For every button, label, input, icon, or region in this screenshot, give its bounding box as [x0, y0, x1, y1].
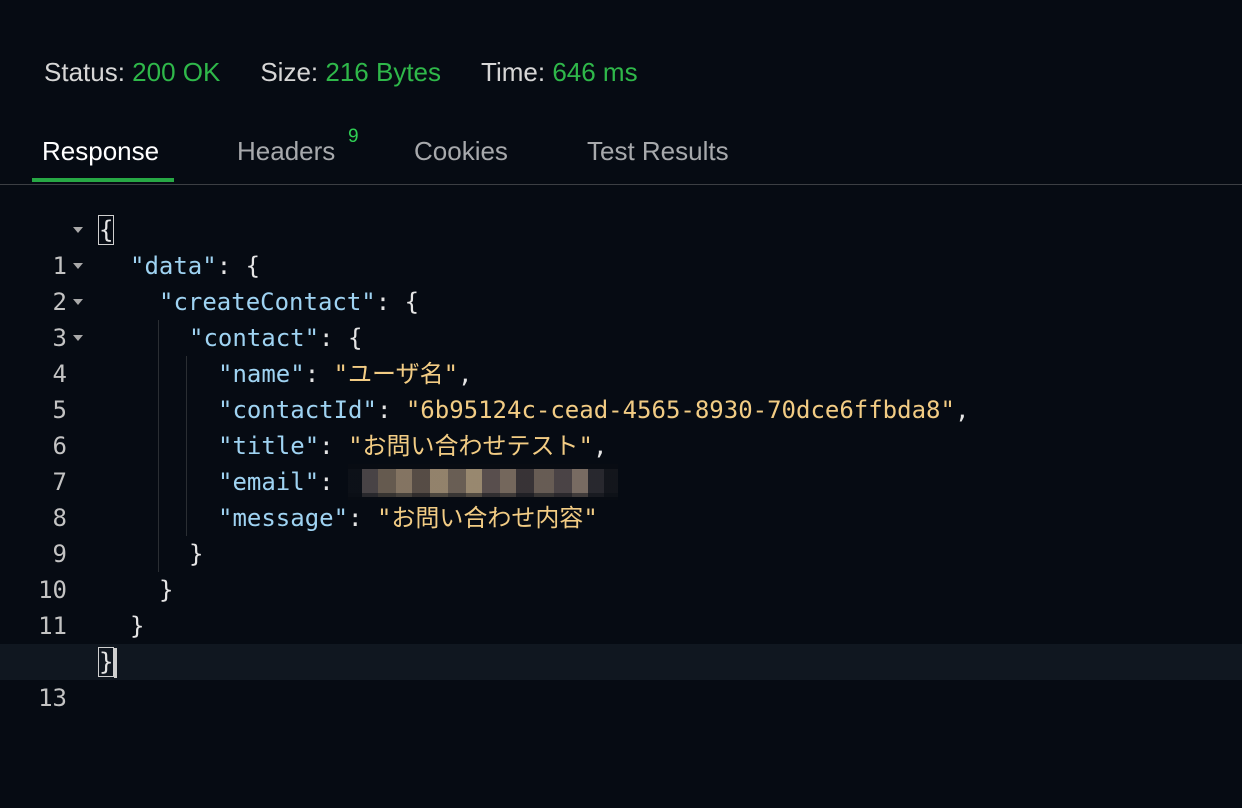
- status-info: Status: 200 OK: [44, 57, 220, 88]
- code-line: 1 {: [0, 212, 1242, 280]
- tab-response-label: Response: [42, 136, 160, 166]
- code-content: "email":: [218, 464, 619, 500]
- code-content: "createContact": {: [159, 284, 419, 320]
- response-status-bar: Status: 200 OK Size: 216 Bytes Time: 646…: [44, 54, 678, 90]
- code-line: 10 }: [0, 536, 1242, 604]
- code-content: "message": "お問い合わせ内容": [218, 500, 598, 536]
- close-brace: }: [189, 540, 204, 568]
- json-string-value: "6b95124c-cead-4565-8930-70dce6ffbda8": [405, 396, 955, 424]
- json-punctuation: :: [348, 504, 377, 532]
- tab-headers[interactable]: Headers 9: [237, 126, 359, 182]
- code-content: }: [159, 572, 173, 608]
- json-punctuation: :: [319, 432, 349, 460]
- close-brace: }: [130, 612, 145, 640]
- json-string-value: "お問い合わせテスト": [348, 432, 593, 460]
- json-punctuation: : {: [375, 288, 420, 316]
- fold-arrow-icon[interactable]: [73, 335, 83, 341]
- code-line: 5 "name": "ユーザ名",: [0, 356, 1242, 424]
- tab-cookies[interactable]: Cookies: [414, 128, 508, 182]
- tab-test-results[interactable]: Test Results: [587, 128, 729, 182]
- code-line: 4 "contact": {: [0, 320, 1242, 388]
- code-line-active: 13 }: [0, 644, 1242, 712]
- code-content: }: [189, 536, 203, 572]
- close-brace: }: [97, 647, 115, 677]
- size-info: Size: 216 Bytes: [260, 57, 441, 88]
- code-content: }: [97, 644, 118, 680]
- json-key: "name": [218, 360, 305, 388]
- code-line: 11 }: [0, 572, 1242, 640]
- code-line: 9 "message": "お問い合わせ内容": [0, 500, 1242, 568]
- json-key: "title": [218, 432, 320, 460]
- text-cursor: [114, 648, 118, 678]
- active-tab-indicator: [32, 178, 174, 182]
- json-punctuation: ,: [458, 360, 473, 388]
- json-punctuation: : {: [216, 252, 261, 280]
- code-line: 8 "email":: [0, 464, 1242, 532]
- code-line: 3 "createContact": {: [0, 284, 1242, 352]
- json-key: "contactId": [218, 396, 377, 424]
- code-line: 12 }: [0, 608, 1242, 676]
- tab-test-results-label: Test Results: [587, 136, 729, 166]
- json-string-value: "ユーザ名": [333, 360, 459, 388]
- code-content: "name": "ユーザ名",: [218, 356, 472, 392]
- line-number: 13: [38, 684, 67, 712]
- code-content: }: [130, 608, 144, 644]
- json-key: "message": [218, 504, 349, 532]
- tab-cookies-label: Cookies: [414, 136, 508, 166]
- json-punctuation: ,: [592, 432, 608, 460]
- pixelated-mosaic: [348, 469, 619, 497]
- time-label: Time:: [481, 56, 546, 87]
- code-line: 2 "data": {: [0, 248, 1242, 316]
- json-key: "createContact": [159, 288, 376, 316]
- size-label: Size:: [260, 56, 319, 87]
- size-value: 216 Bytes: [325, 56, 442, 87]
- time-info: Time: 646 ms: [481, 57, 638, 88]
- json-punctuation: : {: [319, 324, 363, 352]
- code-line: 6 "contactId": "6b95124c-cead-4565-8930-…: [0, 392, 1242, 460]
- code-content: {: [97, 212, 115, 248]
- code-line: 7 "title": "お問い合わせテスト",: [0, 428, 1242, 496]
- json-punctuation: :: [376, 396, 406, 424]
- json-punctuation: ,: [954, 396, 970, 424]
- open-brace: {: [97, 215, 115, 245]
- close-brace: }: [159, 576, 174, 604]
- fold-arrow-icon[interactable]: [73, 263, 83, 269]
- headers-count-badge: 9: [348, 126, 359, 147]
- json-punctuation: :: [304, 360, 334, 388]
- json-key: "email": [218, 468, 320, 496]
- response-tabs: Response Headers 9 Cookies Test Results: [0, 126, 1242, 185]
- code-content: "contactId": "6b95124c-cead-4565-8930-70…: [218, 392, 969, 428]
- response-body-editor[interactable]: 1 { 2 "data": { 3 "createContact": { 4 "…: [0, 212, 1242, 712]
- json-key: "contact": [189, 324, 320, 352]
- tab-headers-label: Headers: [237, 136, 336, 166]
- fold-arrow-icon[interactable]: [73, 227, 83, 233]
- code-content: "contact": {: [189, 320, 362, 356]
- json-key: "data": [130, 252, 217, 280]
- status-value: 200 OK: [132, 56, 221, 87]
- code-content: "data": {: [130, 248, 260, 284]
- redacted-email-value: [348, 464, 619, 500]
- code-content: "title": "お問い合わせテスト",: [218, 428, 607, 464]
- status-label: Status:: [44, 56, 125, 87]
- fold-arrow-icon[interactable]: [73, 299, 83, 305]
- time-value: 646 ms: [552, 56, 638, 87]
- tab-response[interactable]: Response: [42, 128, 159, 182]
- json-string-value: "お問い合わせ内容": [376, 504, 598, 532]
- json-punctuation: :: [319, 468, 349, 496]
